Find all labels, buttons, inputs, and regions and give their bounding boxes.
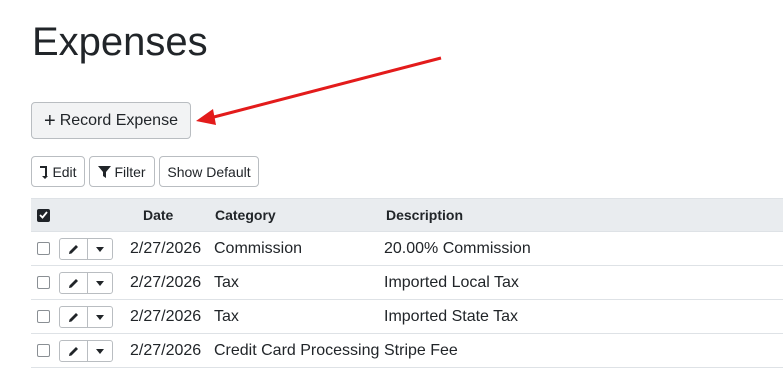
edit-label: Edit (52, 163, 77, 180)
cell-category: Tax (214, 273, 239, 291)
cell-description: 20.00% Commission (384, 239, 531, 257)
cell-description: Imported State Tax (384, 307, 518, 325)
pencil-icon (69, 346, 78, 356)
row-checkbox[interactable] (37, 334, 50, 367)
pencil-icon (69, 278, 78, 288)
edit-row-button[interactable] (60, 273, 88, 293)
select-all-checkbox[interactable] (37, 199, 50, 231)
cell-category: Credit Card Processing (214, 341, 380, 359)
caret-down-icon (96, 348, 104, 354)
check-icon (39, 211, 48, 219)
row-action-group (59, 272, 113, 294)
show-default-label: Show Default (167, 163, 251, 180)
header-description[interactable]: Description (386, 199, 463, 231)
filter-icon (98, 165, 112, 178)
row-action-group (59, 306, 113, 328)
cell-date: 2/27/2026 (130, 239, 202, 257)
show-default-button[interactable]: Show Default (159, 156, 259, 187)
row-checkbox[interactable] (37, 266, 50, 299)
cell-category: Commission (214, 239, 303, 257)
row-checkbox[interactable] (37, 300, 50, 333)
cell-date: 2/27/2026 (130, 273, 202, 291)
edit-row-button[interactable] (60, 341, 88, 361)
caret-down-icon (96, 246, 104, 252)
pencil-icon (69, 312, 78, 322)
row-action-group (59, 340, 113, 362)
row-menu-toggle[interactable] (88, 307, 112, 327)
filter-button[interactable]: Filter (89, 156, 155, 187)
caret-down-icon (96, 280, 104, 286)
pencil-icon (69, 244, 78, 254)
row-action-group (59, 238, 113, 260)
record-expense-button[interactable]: + Record Expense (31, 102, 191, 139)
row-menu-toggle[interactable] (88, 341, 112, 361)
filter-label: Filter (114, 163, 146, 180)
cell-date: 2/27/2026 (130, 341, 202, 359)
table-row: 2/27/2026 Tax Imported Local Tax (31, 266, 783, 300)
edit-columns-button[interactable]: Edit (31, 156, 85, 187)
table-row: 2/27/2026 Credit Card Processing Stripe … (31, 334, 783, 368)
caret-down-icon (96, 314, 104, 320)
cell-description: Imported Local Tax (384, 273, 519, 291)
cell-description: Stripe Fee (384, 341, 458, 359)
record-expense-label: Record Expense (59, 111, 178, 129)
edit-row-button[interactable] (60, 307, 88, 327)
edit-row-button[interactable] (60, 239, 88, 259)
row-menu-toggle[interactable] (88, 273, 112, 293)
table-row: 2/27/2026 Commission 20.00% Commission (31, 232, 783, 266)
header-date[interactable]: Date (143, 199, 173, 231)
cell-date: 2/27/2026 (130, 307, 202, 325)
plus-icon: + (44, 109, 56, 132)
row-menu-toggle[interactable] (88, 239, 112, 259)
table-header: Date Category Description (31, 198, 783, 232)
header-category[interactable]: Category (215, 199, 276, 231)
row-checkbox[interactable] (37, 232, 50, 265)
cell-category: Tax (214, 307, 239, 325)
sort-arrow-icon (40, 165, 49, 179)
table-row: 2/27/2026 Tax Imported State Tax (31, 300, 783, 334)
expenses-table: Date Category Description 2/27/2026 Comm… (31, 198, 783, 368)
